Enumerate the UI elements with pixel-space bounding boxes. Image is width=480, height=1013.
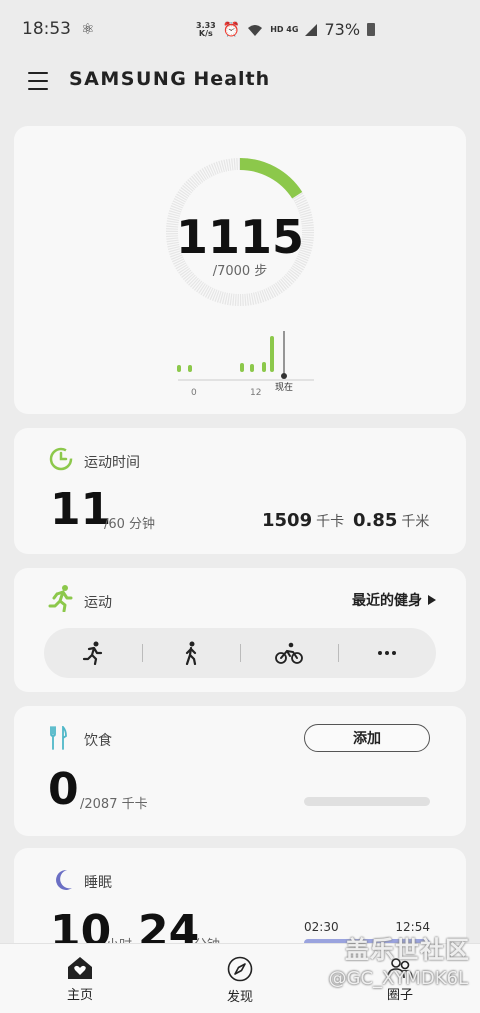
steps-card[interactable]: 1115 /7000 步 0 12 现在 <box>14 126 466 414</box>
active-time-card[interactable]: 运动时间 11 /60 分钟 1509 千卡 0.85 千米 <box>14 428 466 554</box>
battery-icon <box>367 23 376 36</box>
now-marker <box>281 373 287 379</box>
walk-button[interactable] <box>142 628 240 678</box>
axis-label-now: 现在 <box>275 381 293 393</box>
food-calories-unit: /2087 千卡 <box>80 797 148 812</box>
sleep-start-time: 02:30 <box>304 920 339 934</box>
steps-count: 1115 <box>175 210 305 264</box>
active-time-unit: /60 分钟 <box>104 517 156 532</box>
nav-home[interactable]: 主页 <box>0 944 160 1013</box>
running-icon <box>48 585 73 612</box>
distance-unit: 千米 <box>401 514 430 530</box>
fork-knife-icon <box>50 726 67 750</box>
nav-home-label: 主页 <box>66 988 93 1003</box>
run-button[interactable] <box>44 628 142 678</box>
axis-label-0: 0 <box>191 388 197 398</box>
walk-icon <box>185 641 197 665</box>
chart-bar <box>177 365 181 372</box>
status-time: 18:53 <box>22 19 71 39</box>
wifi-icon <box>248 24 263 36</box>
speed-unit: K/s <box>198 28 213 38</box>
chart-bar <box>270 336 274 372</box>
sleep-title: 睡眠 <box>84 875 112 891</box>
exercise-card[interactable]: 运动 最近的健身 <box>14 568 466 692</box>
exercise-quick-start-bar <box>44 628 436 678</box>
recent-workouts-label: 最近的健身 <box>352 593 422 609</box>
nav-discover[interactable]: 发现 <box>160 944 320 1013</box>
notification-icon: ⚛ <box>81 20 95 38</box>
calories-unit: 千卡 <box>316 514 345 530</box>
watermark-community: 盖乐世社区 <box>345 936 470 964</box>
active-time-title: 运动时间 <box>84 455 140 471</box>
status-icons: 3.33 K/s ⏰ HD 4G 73% <box>196 20 376 39</box>
exercise-title: 运动 <box>84 595 112 611</box>
calories-value: 1509 <box>262 510 313 531</box>
food-card[interactable]: 饮食 添加 0 /2087 千卡 <box>14 706 466 836</box>
axis-label-12: 12 <box>250 388 261 398</box>
cycle-button[interactable] <box>240 628 338 678</box>
run-icon <box>82 641 103 665</box>
food-progress-bar <box>304 797 430 806</box>
chart-bar <box>188 365 192 372</box>
network-speed: 3.33 K/s <box>196 21 216 38</box>
compass-icon <box>227 956 253 982</box>
app-bar: SAMSUNG Health <box>0 58 480 104</box>
chart-bar <box>240 363 244 372</box>
bicycle-icon <box>275 642 303 664</box>
signal-icon <box>305 23 318 36</box>
steps-goal: /7000 步 <box>212 264 268 279</box>
chart-bar <box>250 364 254 372</box>
chart-bar <box>262 362 266 372</box>
food-title: 饮食 <box>84 733 112 749</box>
steps-hourly-chart: 0 12 现在 <box>177 331 314 398</box>
add-food-button[interactable]: 添加 <box>304 724 430 752</box>
brand-health: Health <box>193 68 271 90</box>
home-heart-icon <box>68 957 92 979</box>
alarm-icon: ⏰ <box>222 21 241 38</box>
battery-text: 73% <box>324 20 361 39</box>
calories-stat: 1509 千卡 <box>262 510 344 531</box>
distance-value: 0.85 <box>353 510 398 531</box>
play-arrow-icon <box>428 595 436 605</box>
distance-stat: 0.85 千米 <box>353 510 429 531</box>
timer-icon <box>49 447 73 471</box>
menu-icon[interactable] <box>28 70 48 92</box>
watermark-user: @GC_XYMDK6L <box>328 968 468 989</box>
recent-workouts-link[interactable]: 最近的健身 <box>352 590 436 610</box>
more-icon <box>378 651 396 655</box>
more-exercises-button[interactable] <box>338 628 436 678</box>
network-type: HD 4G <box>270 25 299 34</box>
active-time-value: 11 <box>50 484 112 535</box>
moon-icon <box>56 869 72 890</box>
app-logo: SAMSUNG Health <box>69 68 270 90</box>
brand-samsung: SAMSUNG <box>69 68 188 90</box>
nav-discover-label: 发现 <box>226 990 253 1005</box>
food-calories-value: 0 <box>48 764 79 815</box>
